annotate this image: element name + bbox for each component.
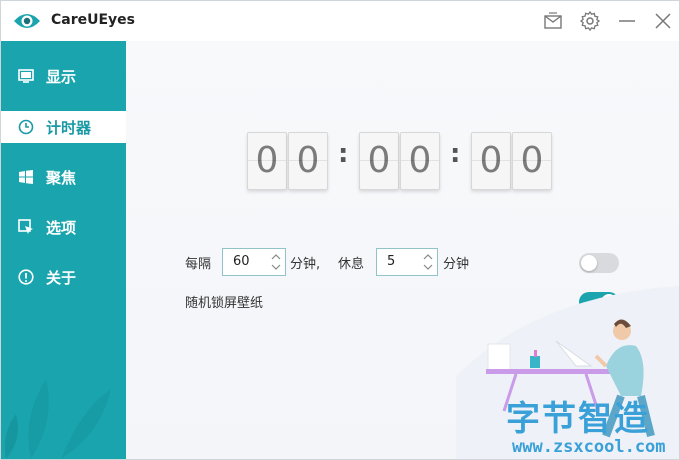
mail-icon[interactable] [541,9,565,33]
interval-label: 每隔 [185,257,212,272]
watermark-url: www.zsxcool.com [512,437,666,457]
sidebar-item-options[interactable]: 选项 [1,211,126,243]
timer-separator: : [338,139,349,169]
sidebar: 显示 计时器 聚焦 选项 关于 [1,41,126,459]
timer-digit: 0 [512,132,552,190]
interval-unit: 分钟, [290,257,321,272]
timer-separator: : [450,139,461,169]
sidebar-item-label: 显示 [46,68,77,86]
main-panel: 0 0 : 0 0 : 0 0 每隔 60 分钟, 休息 5 分钟 随机锁屏壁纸 [126,41,679,459]
rest-unit: 分钟 [443,257,470,272]
interval-value: 60 [233,254,250,269]
gear-icon[interactable] [578,9,602,33]
timer-digit: 0 [288,132,328,190]
close-icon[interactable] [651,9,675,33]
eye-logo-icon [13,11,41,31]
sidebar-item-focus[interactable]: 聚焦 [1,161,126,193]
timer-digit: 0 [471,132,511,190]
rest-spinbox[interactable]: 5 [376,248,438,276]
timer-digit: 0 [400,132,440,190]
sidebar-item-label: 计时器 [46,119,92,137]
app-title: CareUEyes [51,12,136,28]
timer-digit: 0 [359,132,399,190]
info-icon [18,269,34,285]
clock-icon [18,119,34,135]
sidebar-item-timer[interactable]: 计时器 [1,111,126,143]
interval-spinbox[interactable]: 60 [222,248,286,276]
windows-icon [18,169,34,185]
break-toggle[interactable] [579,253,619,273]
leaf-decoration [4,379,111,459]
app-window: CareUEyes 显示 计时器 聚焦 选项 关于 0 0: 0 0: 0 … [0,0,680,460]
sidebar-item-display[interactable]: 显示 [1,60,126,92]
toggle-knob [581,255,597,271]
sidebar-item-label: 选项 [46,219,77,237]
sidebar-item-about[interactable]: 关于 [1,261,126,293]
random-wallpaper-label: 随机锁屏壁纸 [185,296,264,311]
monitor-icon [18,68,34,84]
sidebar-item-label: 关于 [46,269,77,287]
rest-value: 5 [387,254,396,269]
sidebar-item-label: 聚焦 [46,169,77,187]
watermark-chinese: 字节智造 [506,399,650,439]
spin-arrows-icon[interactable] [269,250,283,274]
spin-arrows-icon[interactable] [421,250,435,274]
rest-label: 休息 [338,257,365,272]
title-bar: CareUEyes [1,1,679,41]
timer-digit: 0 [247,132,287,190]
minimize-icon[interactable] [615,9,639,33]
cursor-icon [18,219,34,235]
